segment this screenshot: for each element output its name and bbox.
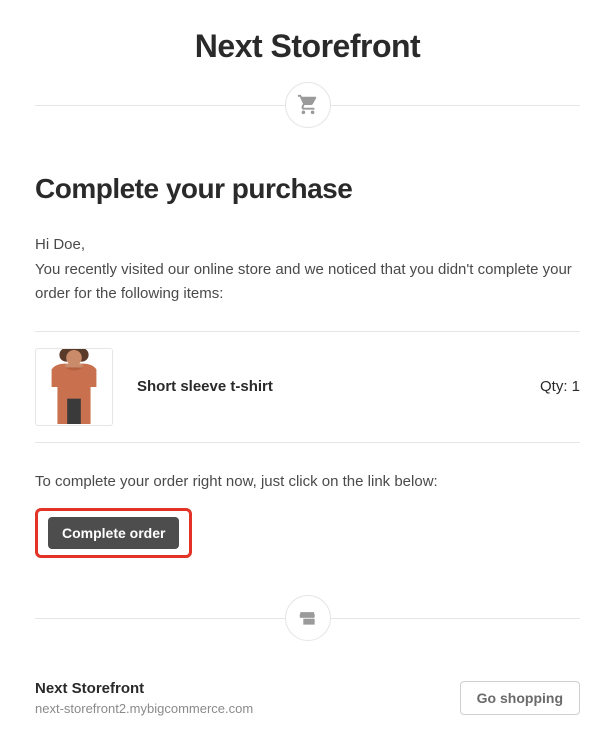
shop-url: next-storefront2.mybigcommerce.com [35,701,253,716]
product-qty: Qty: 1 [540,378,580,395]
page-title: Next Storefront [35,28,580,65]
footer-divider [35,594,580,642]
shop-info: Next Storefront next-storefront2.mybigco… [35,680,253,716]
cart-item-row: Short sleeve t-shirt Qty: 1 [35,331,580,443]
complete-order-button[interactable]: Complete order [48,517,179,549]
product-thumbnail [35,348,113,426]
footer-row: Next Storefront next-storefront2.mybigco… [35,680,580,716]
shop-name: Next Storefront [35,680,253,697]
go-shopping-button[interactable]: Go shopping [460,681,580,715]
cart-icon [285,82,331,128]
cta-text: To complete your order right now, just c… [35,473,580,490]
header-divider [35,81,580,129]
intro-text: You recently visited our online store an… [35,258,580,305]
section-heading: Complete your purchase [35,173,580,205]
storefront-icon [285,595,331,641]
greeting-text: Hi Doe, [35,233,580,256]
highlight-annotation: Complete order [35,508,192,558]
product-name: Short sleeve t-shirt [137,378,516,395]
